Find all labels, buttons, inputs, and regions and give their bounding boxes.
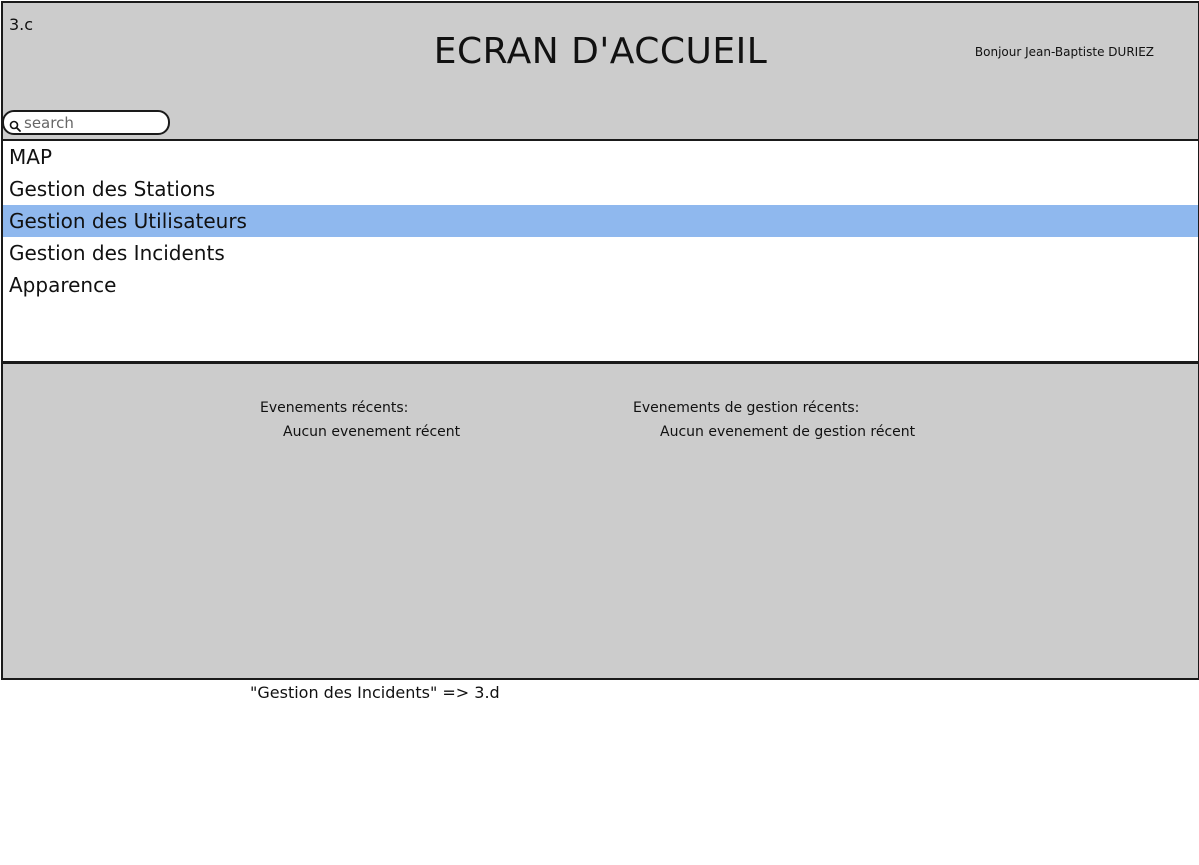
user-greeting: Bonjour Jean-Baptiste DURIEZ: [974, 45, 1154, 59]
recent-events-section: Evenements récents: Aucun evenement réce…: [260, 400, 460, 440]
menu-item-gestion-utilisateurs[interactable]: Gestion des Utilisateurs: [3, 205, 1198, 237]
management-events-empty: Aucun evenement de gestion récent: [660, 424, 916, 440]
menu-item-apparence[interactable]: Apparence: [3, 269, 1198, 301]
navigation-note: "Gestion des Incidents" => 3.d: [250, 683, 500, 702]
header: 3.c ECRAN D'ACCUEIL Bonjour Jean-Baptist…: [1, 1, 1199, 139]
page: 3.c ECRAN D'ACCUEIL Bonjour Jean-Baptist…: [0, 0, 1199, 865]
search-input[interactable]: [24, 113, 154, 132]
menu-item-gestion-incidents[interactable]: Gestion des Incidents: [3, 237, 1198, 269]
menu-item-map[interactable]: MAP: [3, 141, 1198, 173]
recent-events-title: Evenements récents:: [260, 400, 409, 416]
recent-events-empty: Aucun evenement récent: [283, 424, 461, 440]
search-box[interactable]: [2, 110, 170, 135]
management-events-section: Evenements de gestion récents: Aucun eve…: [633, 400, 915, 440]
search-icon: [9, 117, 21, 132]
management-events-title: Evenements de gestion récents:: [633, 400, 860, 416]
content-panel: Evenements récents: Aucun evenement réce…: [1, 362, 1199, 680]
menu-item-gestion-stations[interactable]: Gestion des Stations: [3, 173, 1198, 205]
main-menu: MAP Gestion des Stations Gestion des Uti…: [1, 139, 1199, 363]
